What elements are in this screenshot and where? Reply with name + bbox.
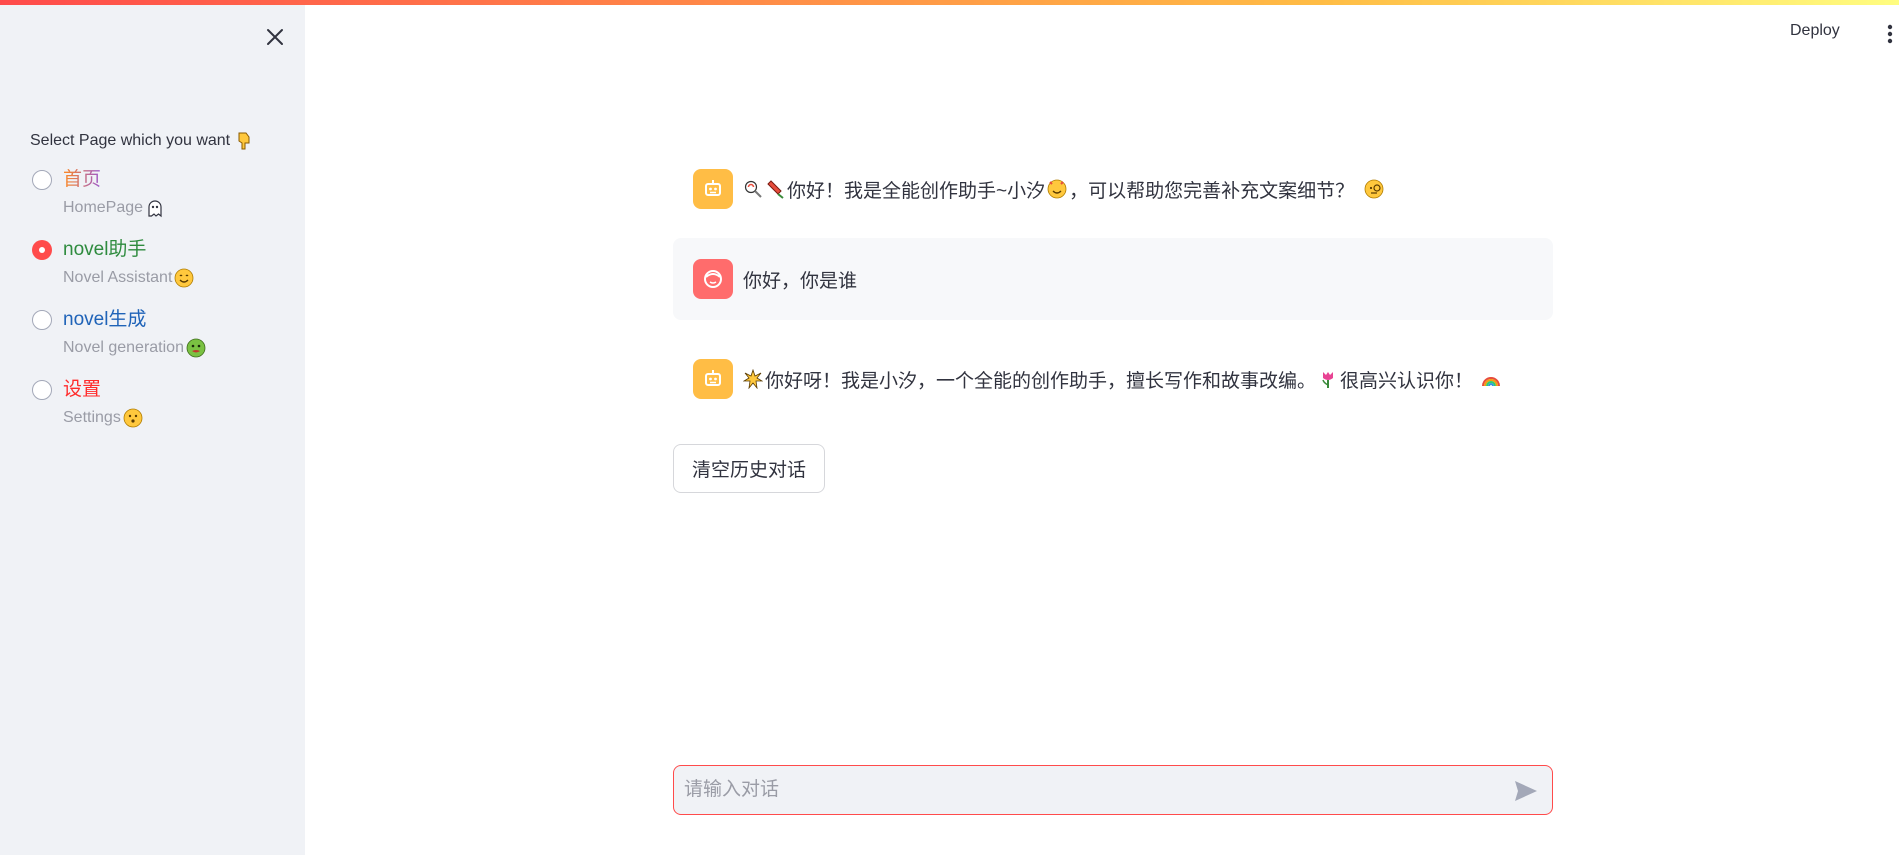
sparkle-burst-icon — [743, 369, 763, 389]
send-icon[interactable] — [1514, 780, 1538, 802]
firecracker-icon — [767, 180, 784, 199]
nav-option-subtitle: Novel generation — [63, 338, 206, 358]
message-content: 你好，你是谁 — [743, 266, 857, 293]
message-content: 你好！我是全能创作助手~小汐 ，可以帮助您完善补充文案细节？ — [743, 176, 1384, 203]
nav-prompt: Select Page which you want — [30, 131, 254, 151]
vertical-dots-icon[interactable] — [1887, 24, 1893, 44]
nav-option-subtitle-text: HomePage — [63, 199, 144, 216]
nav-option-subtitle: Novel Assistant — [63, 268, 194, 288]
nav-option-settings[interactable]: 设置 Settings — [30, 378, 290, 448]
nav-option-subtitle-text: Novel generation — [63, 339, 184, 356]
ghost-icon — [148, 200, 162, 218]
message-content: 你好呀！我是小汐，一个全能的创作助手，擅长写作和故事改编。 很高兴认识你！ — [743, 366, 1501, 393]
nauseated-face-icon — [186, 338, 206, 358]
smiling-face-icon — [174, 268, 194, 288]
nav-option-title: novel生成 — [63, 309, 147, 330]
message-text-part: ，可以帮助您完善补充文案细节？ — [1069, 180, 1355, 202]
message-text-part: 你好！我是全能创作助手~小汐 — [787, 180, 1046, 202]
message-text-part: 你好呀！我是小汐，一个全能的创作助手，擅长写作和故事改编。 — [765, 370, 1317, 392]
monocle-face-icon — [1364, 179, 1384, 199]
nav-option-subtitle-text: Settings — [63, 409, 121, 426]
assistant-avatar — [693, 359, 733, 399]
nav-option-subtitle: Settings — [63, 408, 143, 428]
radio-button[interactable] — [32, 170, 52, 190]
radio-button[interactable] — [32, 380, 52, 400]
nav-option-novel-generation[interactable]: novel生成 Novel generation — [30, 308, 290, 378]
user-avatar — [693, 259, 733, 299]
robot-icon — [705, 180, 721, 196]
chat-message-assistant: 你好！我是全能创作助手~小汐 ，可以帮助您完善补充文案细节？ — [673, 164, 1553, 214]
chat-message-user: 你好，你是谁 — [673, 238, 1553, 320]
pointing-down-hand-icon — [238, 132, 250, 150]
deploy-button[interactable]: Deploy — [1790, 22, 1840, 40]
nav-option-title: 首页 — [63, 169, 102, 190]
nav-option-novel-assistant[interactable]: novel助手 Novel Assistant — [30, 238, 290, 308]
face-icon — [704, 270, 722, 288]
chat-input-container — [673, 765, 1553, 815]
nav-radio-group: 首页 HomePage novel助手 Novel Assistant nove… — [30, 168, 290, 448]
radio-button-selected[interactable] — [32, 240, 52, 260]
message-text-part: 很高兴认识你！ — [1340, 370, 1474, 392]
radio-button[interactable] — [32, 310, 52, 330]
nav-option-title: 设置 — [63, 379, 102, 400]
assistant-avatar — [693, 169, 733, 209]
chat-input[interactable] — [684, 766, 1504, 814]
top-decoration-bar — [0, 0, 1899, 5]
robot-icon — [705, 370, 721, 386]
smiling-hearts-icon — [1047, 179, 1067, 199]
close-icon[interactable] — [264, 26, 286, 48]
nav-prompt-label: Select Page which you want — [30, 132, 231, 149]
neutral-face-icon — [123, 408, 143, 428]
nav-option-title: novel助手 — [63, 239, 147, 260]
nav-option-subtitle: HomePage — [63, 198, 165, 218]
lollipop-icon — [744, 180, 762, 198]
sidebar: Select Page which you want 首页 HomePage n… — [0, 0, 305, 855]
nav-option-subtitle-text: Novel Assistant — [63, 269, 173, 286]
chat-messages: 你好！我是全能创作助手~小汐 ，可以帮助您完善补充文案细节？ 你好，你是谁 你好… — [673, 160, 1553, 404]
chat-message-assistant: 你好呀！我是小汐，一个全能的创作助手，擅长写作和故事改编。 很高兴认识你！ — [673, 354, 1553, 404]
clear-history-button[interactable]: 清空历史对话 — [673, 444, 825, 493]
tulip-icon — [1322, 372, 1334, 388]
nav-option-homepage[interactable]: 首页 HomePage — [30, 168, 290, 238]
rainbow-icon — [1482, 377, 1501, 387]
message-text: 你好，你是谁 — [743, 270, 858, 292]
